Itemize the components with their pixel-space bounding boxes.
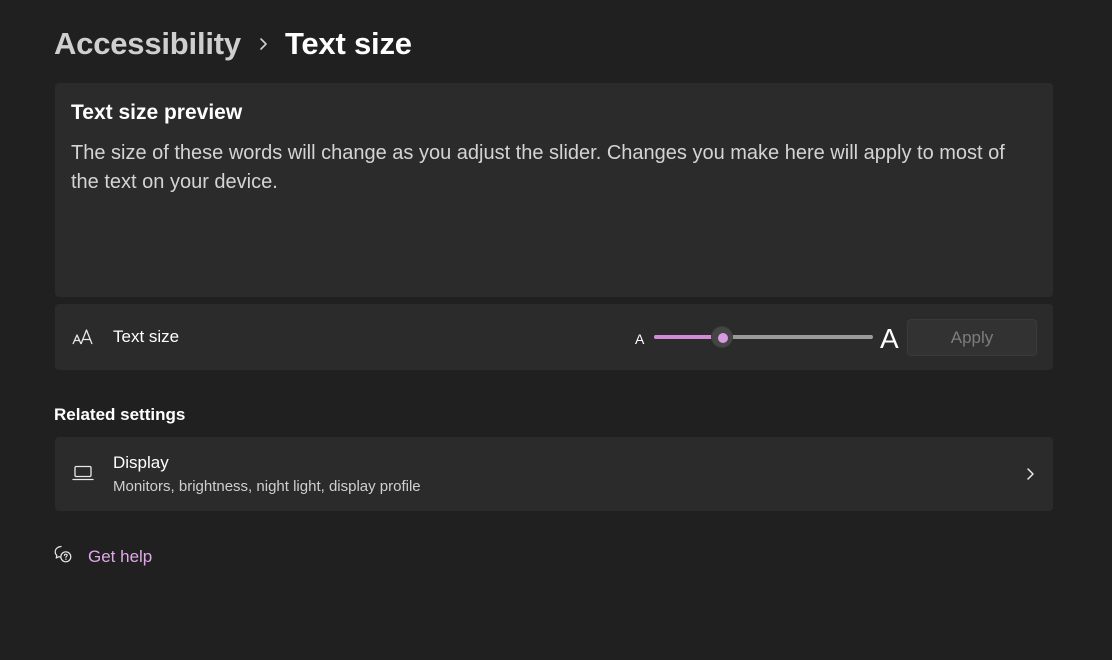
slider-max-label: A bbox=[880, 323, 899, 354]
page-title: Text size bbox=[284, 26, 412, 61]
settings-page: Accessibility Text size Text size previe… bbox=[0, 0, 1112, 660]
breadcrumb-accessibility[interactable]: Accessibility bbox=[54, 26, 241, 62]
apply-button[interactable]: Apply bbox=[907, 319, 1037, 356]
slider-thumb[interactable] bbox=[710, 326, 733, 348]
display-title: Display bbox=[113, 453, 169, 472]
text-size-slider[interactable] bbox=[654, 326, 873, 348]
text-size-setting-row: Text size A A Apply bbox=[55, 304, 1053, 370]
get-help-link[interactable]: Get help bbox=[54, 545, 152, 568]
breadcrumb: Accessibility Text size bbox=[54, 22, 412, 66]
font-size-icon bbox=[72, 328, 94, 346]
get-help-label: Get help bbox=[88, 546, 153, 566]
chevron-right-icon bbox=[241, 22, 285, 66]
preview-text: The size of these words will change as y… bbox=[71, 142, 1005, 193]
laptop-icon bbox=[72, 465, 94, 486]
text-size-preview-card: Text size preview The size of these word… bbox=[55, 83, 1053, 297]
chevron-right-icon bbox=[1025, 467, 1035, 486]
slider-min-label: A bbox=[635, 331, 645, 347]
text-size-label: Text size bbox=[113, 327, 180, 346]
display-subtitle: Monitors, brightness, night light, displ… bbox=[113, 478, 421, 495]
help-chat-icon bbox=[54, 545, 72, 568]
preview-title: Text size preview bbox=[71, 101, 243, 124]
related-settings-heading: Related settings bbox=[54, 405, 186, 424]
display-settings-link[interactable]: Display Monitors, brightness, night ligh… bbox=[55, 437, 1053, 511]
